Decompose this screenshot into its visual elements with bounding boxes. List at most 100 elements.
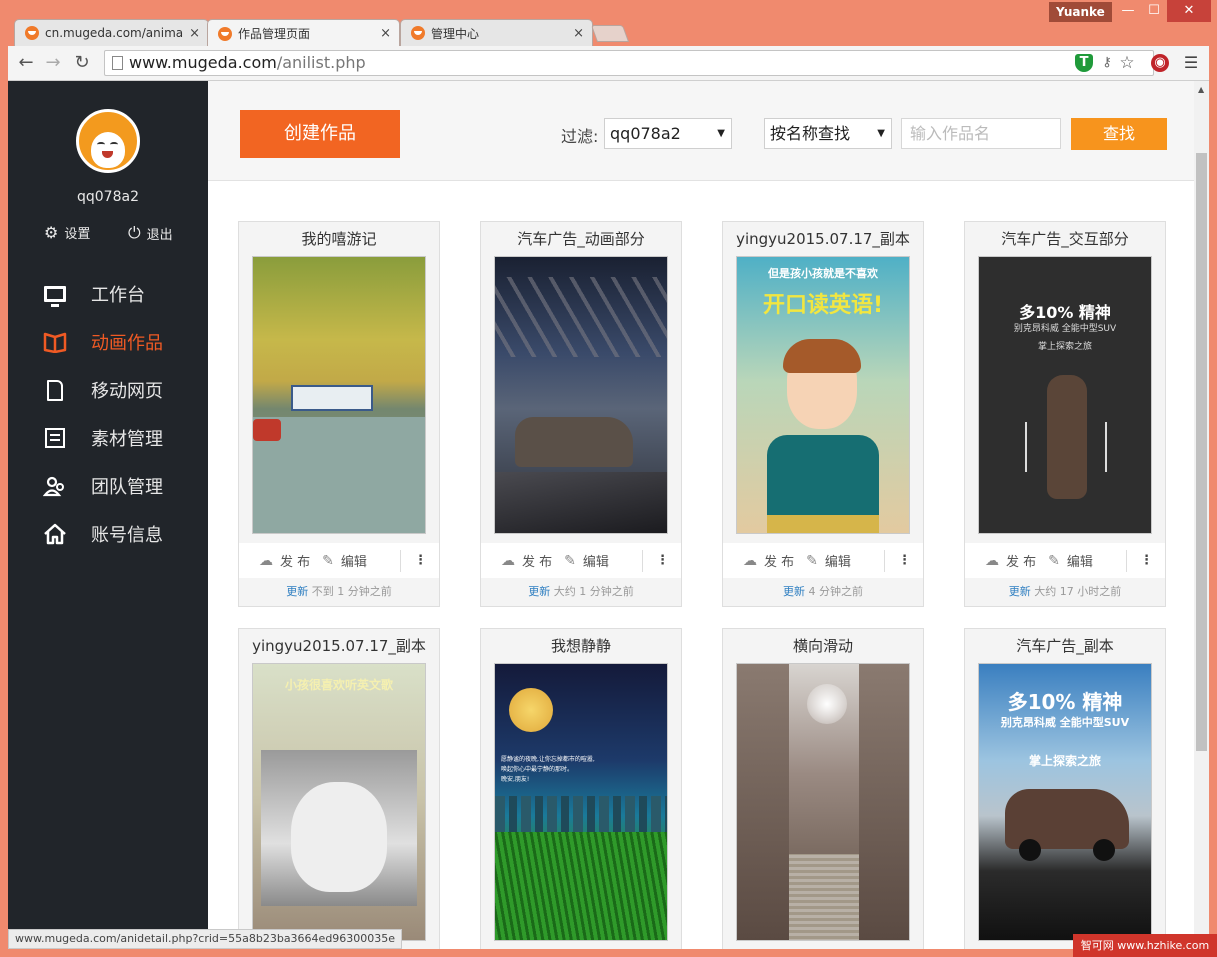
sidebar-item-label: 移动网页 (91, 381, 163, 402)
maximize-button[interactable]: ☐ (1141, 0, 1167, 22)
browser-tab-1[interactable]: cn.mugeda.com/animat × (14, 19, 209, 46)
sidebar-item-label: 动画作品 (91, 333, 163, 354)
forward-arrow-icon[interactable]: → (41, 52, 65, 74)
work-thumbnail[interactable] (736, 663, 910, 941)
card-actions: ☁ 发 布 ✎ 编辑 ⋮ (481, 543, 681, 578)
search-button[interactable]: 查找 (1071, 118, 1167, 150)
thumbnail-text: 唤起你心中最宁静的那时。 (501, 766, 574, 773)
thumbnail-text: 别克昂科威 全能中型SUV (1013, 324, 1117, 334)
work-thumbnail[interactable] (252, 256, 426, 534)
caret-down-icon: ▼ (717, 128, 725, 139)
minimize-button[interactable]: — (1115, 0, 1141, 22)
thumbnail-text: 多10% 精神 (1019, 303, 1111, 322)
edit-button[interactable]: ✎ 编辑 (1048, 551, 1093, 571)
cloud-upload-icon: ☁ (743, 552, 757, 569)
work-thumbnail[interactable]: 但是孩小孩就是不喜欢 开口读英语! (736, 256, 910, 534)
reload-icon[interactable]: ↻ (70, 52, 94, 74)
cloud-upload-icon: ☁ (501, 552, 515, 569)
scroll-up-arrow-icon[interactable]: ▲ (1198, 85, 1204, 94)
work-card[interactable]: 横向滑动 (722, 628, 924, 949)
tab-close-icon[interactable]: × (573, 26, 584, 41)
filter-owner-select[interactable]: qq078a2 ▼ (604, 118, 732, 149)
work-thumbnail[interactable]: 愿静谧的夜晚,让你忘掉都市的喧嚣, 唤起你心中最宁静的那时。 晚安,朋友! (494, 663, 668, 941)
settings-link[interactable]: ⚙ 设置 (44, 223, 90, 242)
work-card[interactable]: yingyu2015.07.17_副本 但是孩小孩就是不喜欢 开口读英语! ☁ 发… (722, 221, 924, 607)
work-thumbnail[interactable]: 多10% 精神 别克昂科威 全能中型SUV 掌上探索之旅 (978, 256, 1152, 534)
publish-button[interactable]: ☁ 发 布 (743, 551, 794, 571)
browser-tab-2[interactable]: 作品管理页面 × (207, 19, 400, 47)
tab-close-icon[interactable]: × (189, 26, 200, 41)
publish-label: 发 布 (522, 555, 553, 570)
sidebar-item-animations[interactable]: 动画作品 (42, 327, 202, 357)
search-mode-select[interactable]: 按名称查找 ▼ (764, 118, 892, 149)
filter-label: 过滤: (561, 127, 599, 146)
tab-title: 作品管理页面 (238, 27, 311, 41)
updated-link[interactable]: 更新 (1009, 585, 1031, 598)
adblock-icon[interactable]: ◉ (1151, 54, 1169, 72)
sidebar-item-team[interactable]: 团队管理 (42, 471, 202, 501)
work-thumbnail[interactable]: 小孩很喜欢听英文歌 (252, 663, 426, 941)
thumbnail-text: 小孩很喜欢听英文歌 (284, 678, 393, 692)
logout-link[interactable]: ⏻ 退出 (128, 223, 173, 243)
sidebar-item-account[interactable]: 账号信息 (42, 519, 202, 549)
mugeda-favicon-icon (411, 26, 425, 40)
document-icon (42, 378, 68, 402)
sidebar-item-mobile-pages[interactable]: 移动网页 (42, 375, 202, 405)
thumbnail-text: 晚安,朋友! (501, 776, 530, 783)
work-thumbnail[interactable] (494, 256, 668, 534)
work-thumbnail[interactable]: 多10% 精神 别克昂科威 全能中型SUV 掌上探索之旅 (978, 663, 1152, 941)
page-scrollbar[interactable]: ▲ (1194, 81, 1209, 949)
bookmark-star-icon[interactable]: ☆ (1118, 54, 1136, 72)
home-icon (42, 522, 68, 546)
scrollbar-thumb[interactable] (1196, 153, 1207, 751)
work-card[interactable]: 我的嘻游记 ☁ 发 布 ✎ 编辑 ⋮ 更新 不到 1 分钟之前 (238, 221, 440, 607)
work-card[interactable]: yingyu2015.07.17_副本 小孩很喜欢听英文歌 (238, 628, 440, 949)
browser-tab-3[interactable]: 管理中心 × (400, 19, 593, 46)
works-toolbar: 创建作品 过滤: qq078a2 ▼ 按名称查找 ▼ 输入作品名 查找 (208, 81, 1209, 181)
new-tab-button[interactable] (590, 25, 630, 42)
edit-button[interactable]: ✎ 编辑 (322, 551, 367, 571)
publish-button[interactable]: ☁ 发 布 (985, 551, 1036, 571)
updated-link[interactable]: 更新 (528, 585, 550, 598)
edit-button[interactable]: ✎ 编辑 (806, 551, 851, 571)
settings-label: 设置 (64, 227, 91, 242)
tab-close-icon[interactable]: × (380, 26, 391, 41)
more-menu-icon[interactable]: ⋮ (642, 549, 669, 572)
work-card[interactable]: 汽车广告_交互部分 多10% 精神 别克昂科威 全能中型SUV 掌上探索之旅 ☁… (964, 221, 1166, 607)
work-card[interactable]: 我想静静 愿静谧的夜晚,让你忘掉都市的喧嚣, 唤起你心中最宁静的那时。 晚安,朋… (480, 628, 682, 949)
security-shield-icon[interactable]: T (1075, 54, 1093, 72)
address-bar[interactable]: www.mugeda.com/anilist.php (104, 50, 1154, 76)
publish-button[interactable]: ☁ 发 布 (259, 551, 310, 571)
browser-toolbar: ← → ↻ www.mugeda.com/anilist.php T ⚷ ☆ ◉… (8, 46, 1209, 81)
close-window-button[interactable]: ✕ (1167, 0, 1211, 22)
updated-link[interactable]: 更新 (286, 585, 308, 598)
sidebar-item-assets[interactable]: 素材管理 (42, 423, 202, 453)
updated-link[interactable]: 更新 (783, 585, 805, 598)
back-arrow-icon[interactable]: ← (14, 52, 38, 74)
work-card[interactable]: 汽车广告_动画部分 ☁ 发 布 ✎ 编辑 ⋮ 更新 大约 1 分钟之前 (480, 221, 682, 607)
card-actions: ☁ 发 布 ✎ 编辑 ⋮ (239, 543, 439, 578)
work-card[interactable]: 汽车广告_副本 多10% 精神 别克昂科威 全能中型SUV 掌上探索之旅 (964, 628, 1166, 949)
more-menu-icon[interactable]: ⋮ (400, 549, 427, 572)
key-icon[interactable]: ⚷ (1098, 54, 1116, 72)
pencil-icon: ✎ (1048, 552, 1060, 569)
work-title: 我想静静 (550, 637, 611, 655)
update-time: 更新 大约 1 分钟之前 (481, 578, 681, 606)
sidebar-item-workbench[interactable]: 工作台 (42, 279, 202, 309)
avatar[interactable] (76, 109, 140, 173)
thumbnail-text: 掌上探索之旅 (1037, 342, 1092, 352)
mugeda-favicon-icon (25, 26, 39, 40)
more-menu-icon[interactable]: ⋮ (1126, 549, 1153, 572)
edit-button[interactable]: ✎ 编辑 (564, 551, 609, 571)
more-menu-icon[interactable]: ⋮ (884, 549, 911, 572)
publish-button[interactable]: ☁ 发 布 (501, 551, 553, 571)
edit-label: 编辑 (824, 555, 851, 570)
create-work-button[interactable]: 创建作品 (240, 110, 400, 158)
time-ago: 大约 17 小时之前 (1034, 585, 1122, 598)
gear-icon: ⚙ (44, 223, 59, 242)
profile-badge[interactable]: Yuanke (1049, 2, 1112, 22)
search-input[interactable]: 输入作品名 (901, 118, 1061, 149)
sidebar-item-label: 工作台 (91, 285, 145, 306)
menu-icon[interactable]: ☰ (1182, 54, 1200, 72)
cloud-upload-icon: ☁ (985, 552, 999, 569)
